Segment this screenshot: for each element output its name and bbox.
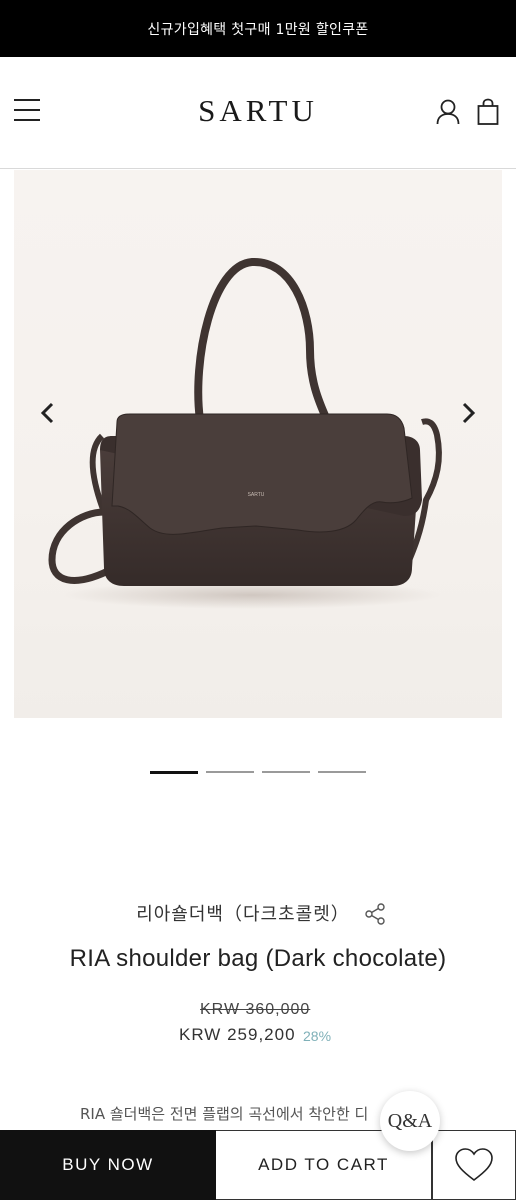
- buy-now-button[interactable]: BUY NOW: [0, 1130, 216, 1200]
- gallery-dot-1[interactable]: [150, 771, 198, 774]
- gallery-dot-2[interactable]: [206, 771, 254, 773]
- shopping-bag-icon[interactable]: [476, 98, 502, 126]
- gallery-pagination: [0, 771, 516, 775]
- heart-icon: [455, 1148, 493, 1182]
- wishlist-button[interactable]: [432, 1130, 516, 1200]
- purchase-action-bar: BUY NOW ADD TO CART: [0, 1130, 516, 1200]
- product-description: RIA 숄더백은 전면 플랩의 곡선에서 착안한 디: [80, 1105, 369, 1123]
- promo-text: 신규가입혜택 첫구매 1만원 할인쿠폰: [147, 21, 369, 38]
- original-price: KRW 360,000: [200, 1001, 311, 1018]
- gallery-dot-3[interactable]: [262, 771, 310, 773]
- qa-floating-button[interactable]: Q&A: [380, 1091, 440, 1151]
- product-image: SARTU: [48, 257, 442, 609]
- promo-banner[interactable]: 신규가입혜택 첫구매 1만원 할인쿠폰: [0, 0, 516, 57]
- product-image-gallery[interactable]: SARTU: [14, 170, 502, 718]
- chevron-left-icon[interactable]: [36, 398, 60, 428]
- bag-logo: SARTU: [248, 492, 265, 498]
- site-header: SARTU: [0, 57, 516, 169]
- product-name-korean: 리아숄더백（다크초콜렛）: [0, 900, 516, 926]
- user-icon[interactable]: [435, 98, 461, 126]
- discount-rate: 28%: [303, 1028, 332, 1044]
- sale-price: KRW 259,200: [179, 1025, 296, 1044]
- product-name-korean-text: 리아숄더백（다크초콜렛）: [136, 904, 350, 925]
- product-name-english: RIA shoulder bag (Dark chocolate): [69, 945, 447, 972]
- chevron-right-icon[interactable]: [456, 398, 480, 428]
- gallery-dot-4[interactable]: [318, 771, 366, 773]
- qa-label: Q&A: [387, 1109, 433, 1132]
- share-icon[interactable]: [363, 902, 387, 926]
